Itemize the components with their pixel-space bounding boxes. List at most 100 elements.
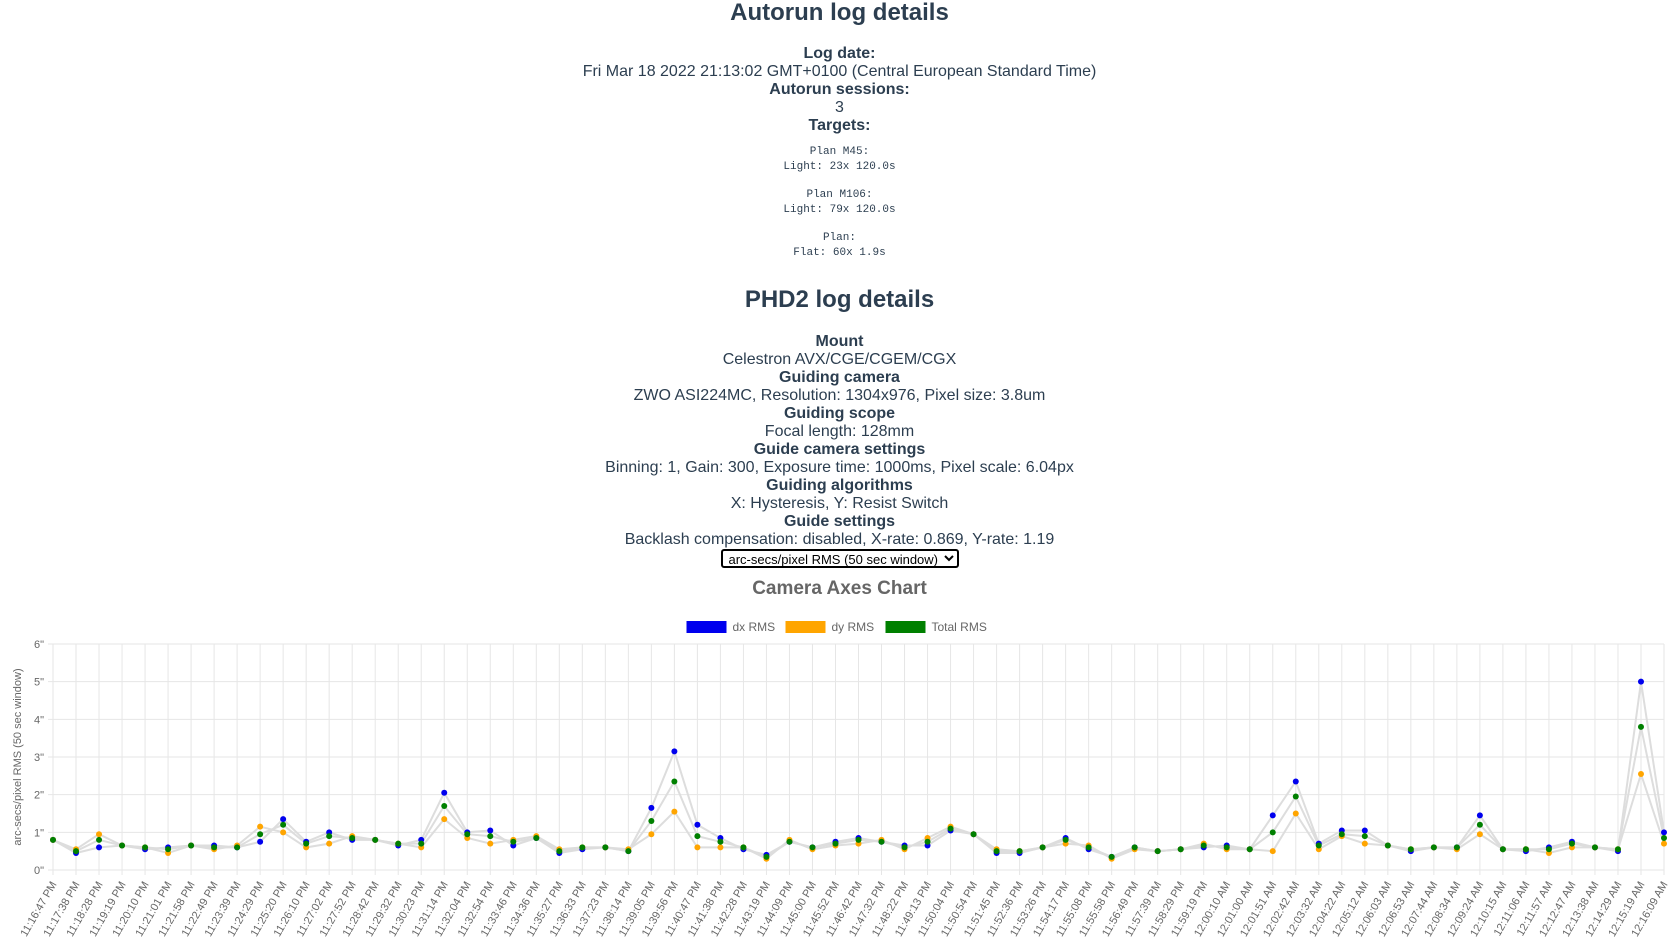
data-point <box>280 829 287 836</box>
data-point <box>533 834 540 841</box>
data-point <box>924 838 931 845</box>
data-point <box>901 844 908 851</box>
data-point <box>1476 812 1483 819</box>
data-point <box>1108 853 1115 860</box>
data-point <box>1292 793 1299 800</box>
data-point <box>970 831 977 838</box>
y-tick-label: 1" <box>34 827 44 839</box>
data-point <box>717 844 724 851</box>
y-tick-label: 4" <box>34 714 44 726</box>
data-point <box>395 840 402 847</box>
data-point <box>602 844 609 851</box>
y-tick-label: 6" <box>34 639 44 651</box>
data-point <box>1545 846 1552 853</box>
data-point <box>786 838 793 845</box>
data-point <box>211 844 218 851</box>
data-point <box>257 823 264 830</box>
data-point <box>1476 831 1483 838</box>
legend-label: dx RMS <box>733 620 776 634</box>
data-point <box>73 848 80 855</box>
data-point <box>165 846 172 853</box>
y-tick-label: 3" <box>34 752 44 764</box>
data-point <box>188 842 195 849</box>
data-point <box>1614 846 1621 853</box>
data-point <box>1039 844 1046 851</box>
legend-swatch <box>686 621 727 633</box>
data-point <box>1269 812 1276 819</box>
data-point <box>993 848 1000 855</box>
data-point <box>671 808 678 815</box>
data-point <box>1453 844 1460 851</box>
chart-legend: dx RMS dy RMS Total RMS <box>686 620 987 634</box>
data-point <box>487 840 494 847</box>
data-point <box>487 833 494 840</box>
data-point <box>326 833 333 840</box>
data-point <box>579 844 586 851</box>
data-point <box>1637 678 1644 685</box>
data-point <box>1292 810 1299 817</box>
data-point <box>1637 770 1644 777</box>
data-point <box>694 833 701 840</box>
data-point <box>1338 831 1345 838</box>
data-point <box>142 844 149 851</box>
data-point <box>556 848 563 855</box>
data-point <box>1200 842 1207 849</box>
legend-label: Total RMS <box>932 620 987 634</box>
data-point <box>1361 840 1368 847</box>
data-point <box>1384 842 1391 849</box>
data-point <box>1292 778 1299 785</box>
data-point <box>96 844 103 851</box>
data-point <box>763 853 770 860</box>
data-point <box>1016 848 1023 855</box>
data-point <box>1591 844 1598 851</box>
data-point <box>441 816 448 823</box>
data-point <box>303 840 310 847</box>
data-point <box>96 831 103 838</box>
data-point <box>257 831 264 838</box>
data-point <box>1246 846 1253 853</box>
data-point <box>694 844 701 851</box>
data-point <box>1315 842 1322 849</box>
data-point <box>1085 844 1092 851</box>
data-point <box>740 844 747 851</box>
data-point <box>1430 844 1437 851</box>
data-point <box>1269 829 1276 836</box>
camera-axes-chart: 0" 1" 2" 3" 4" 5" 6" arc-secs/pixel RMS (50 sec… <box>12 620 1671 940</box>
legend-label: dy RMS <box>832 620 875 634</box>
legend-swatch <box>785 621 826 633</box>
data-point <box>349 834 356 841</box>
data-point <box>947 825 954 832</box>
data-point <box>1661 829 1667 836</box>
data-point <box>855 836 862 843</box>
data-point <box>625 848 632 855</box>
data-point <box>671 748 678 755</box>
data-point <box>1522 846 1529 853</box>
y-tick-label: 2" <box>34 790 44 802</box>
data-point <box>441 789 448 796</box>
data-point <box>1361 827 1368 834</box>
data-point <box>487 827 494 834</box>
data-point <box>257 838 264 845</box>
data-point <box>1661 840 1667 847</box>
data-point <box>510 838 517 845</box>
legend-swatch <box>885 621 926 633</box>
data-point <box>1476 821 1483 828</box>
data-point <box>832 840 839 847</box>
data-point <box>1661 834 1667 841</box>
data-point <box>50 836 56 843</box>
data-point <box>1407 846 1414 853</box>
data-point <box>1361 833 1368 840</box>
data-point <box>418 840 425 847</box>
data-point <box>1154 848 1161 855</box>
data-point <box>280 816 287 823</box>
x-tick-labels: 11:16:47 PM11:17:38 PM11:18:28 PM11:19:1… <box>18 880 1670 940</box>
data-point <box>671 778 678 785</box>
data-point <box>280 821 287 828</box>
data-point <box>326 840 333 847</box>
data-point <box>809 844 816 851</box>
data-point <box>648 804 655 811</box>
data-point <box>372 836 379 843</box>
data-point <box>234 844 241 851</box>
data-point <box>648 831 655 838</box>
data-point <box>717 838 724 845</box>
